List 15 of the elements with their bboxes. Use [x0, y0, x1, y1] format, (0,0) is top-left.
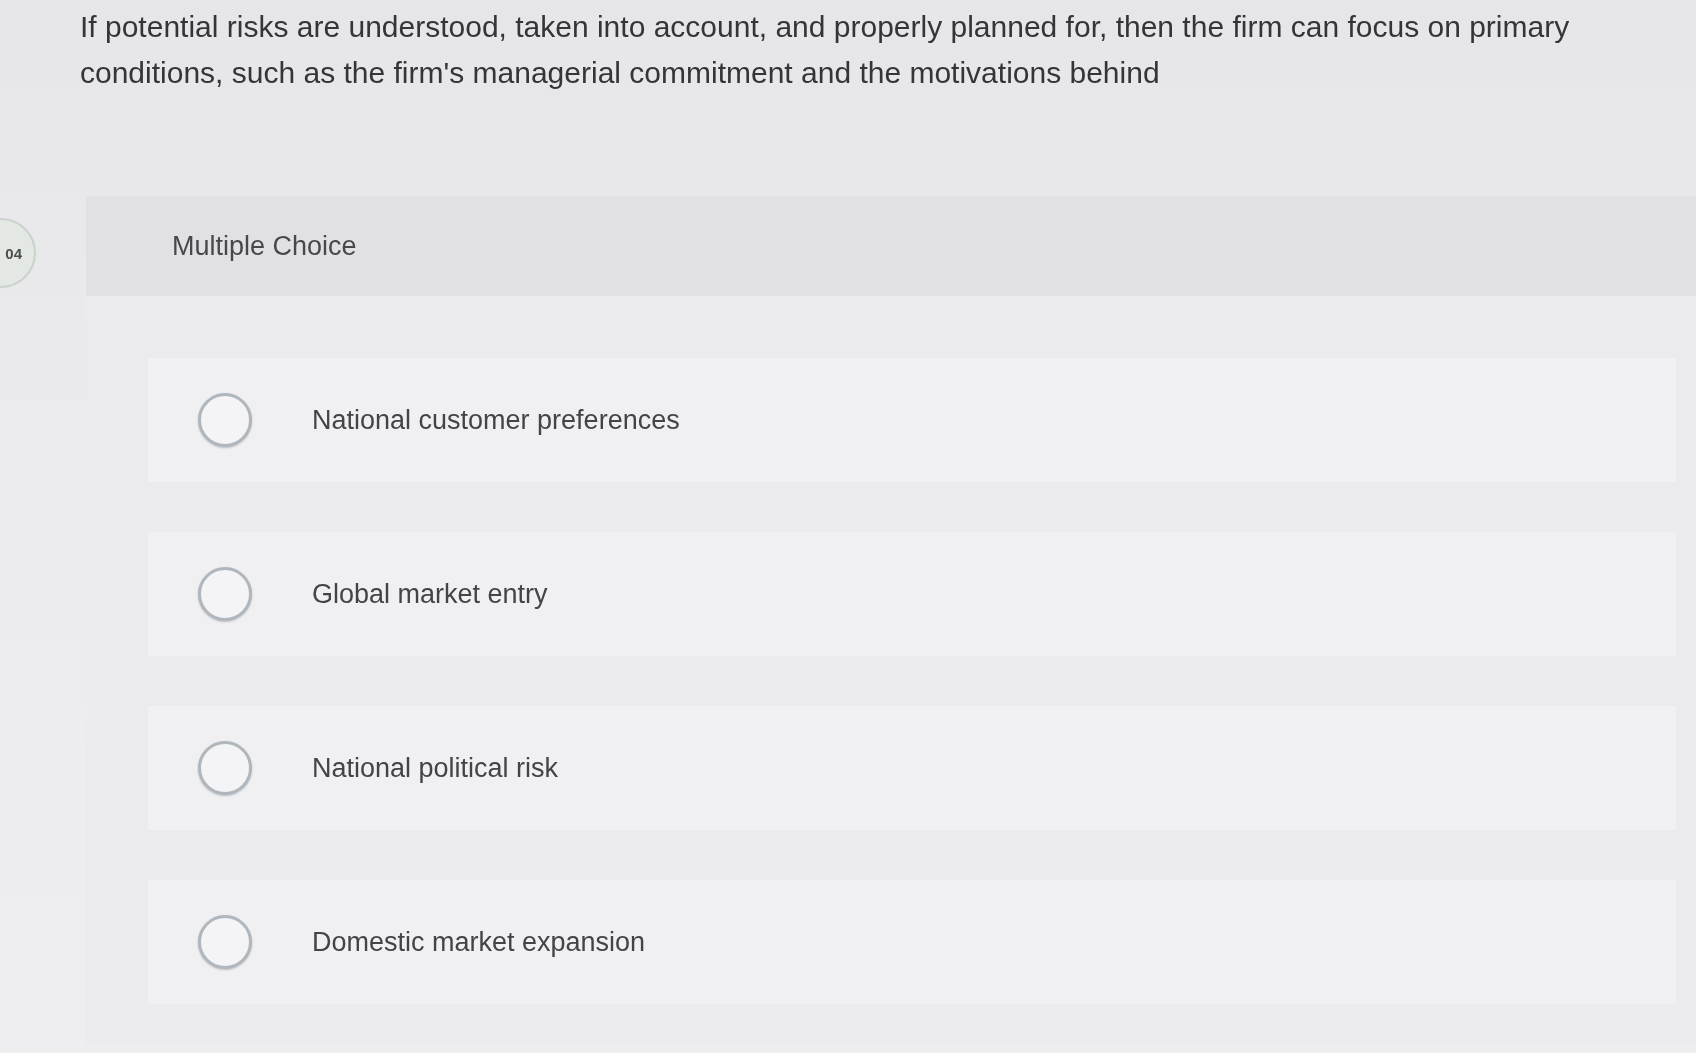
radio-button[interactable]	[198, 393, 252, 447]
radio-button[interactable]	[198, 567, 252, 621]
answer-option[interactable]: Domestic market expansion	[148, 880, 1676, 1004]
option-label: Global market entry	[312, 578, 548, 610]
radio-button[interactable]	[198, 741, 252, 795]
option-label: National political risk	[312, 752, 559, 784]
answer-option[interactable]: National customer preferences	[148, 358, 1676, 482]
answer-option[interactable]: Global market entry	[148, 532, 1676, 656]
radio-button[interactable]	[198, 915, 252, 969]
option-label: Domestic market expansion	[312, 926, 646, 958]
question-text: If potential risks are understood, taken into account, and properly planned for, then the firm can focus on primary conditions, such as the firm's managerial commitment and the motivations behind	[79, 9, 1571, 91]
question-number-badge: 04	[0, 218, 36, 288]
question-type-label: Multiple Choice	[172, 230, 357, 262]
option-label: National customer preferences	[312, 404, 680, 436]
answer-option[interactable]: National political risk	[148, 706, 1676, 830]
